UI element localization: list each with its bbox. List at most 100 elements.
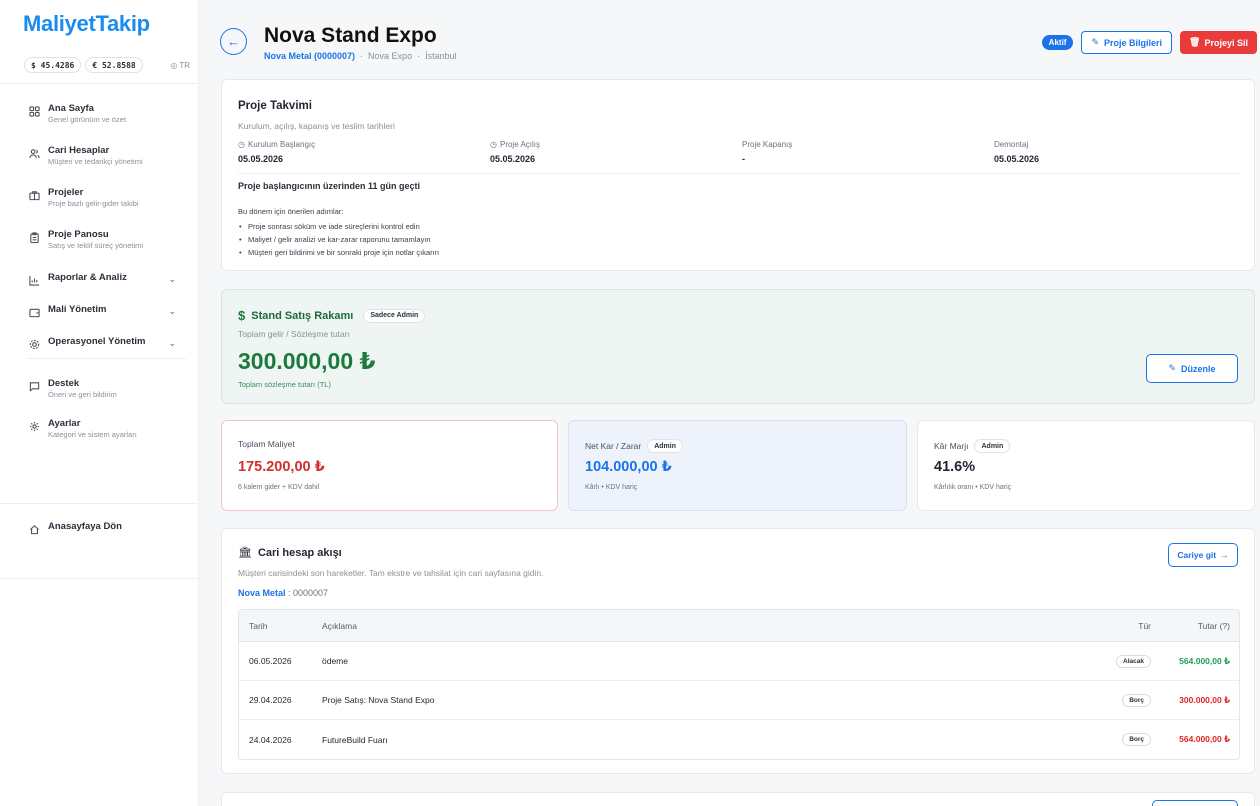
delete-project-button[interactable]: 🗑 Projeyi Sil <box>1180 31 1257 54</box>
schedule-title: Proje Takvimi <box>238 100 312 112</box>
stat-value: 41.6% <box>934 459 976 475</box>
sales-amount: 300.000,00 ₺ <box>238 348 376 374</box>
next-card <box>221 792 1255 806</box>
sidebar-item-subtitle: Genel görünüm ve özet <box>48 115 126 124</box>
steps-list: Proje sonrası söküm ve iade süreçlerini … <box>238 220 439 259</box>
page-title: Nova Stand Expo <box>264 24 437 47</box>
sidebar-item-title: Raporlar & Analiz <box>48 272 127 283</box>
schedule-label: Proje Açılış <box>499 140 540 149</box>
language-label: TR <box>179 60 190 70</box>
row-date: 24.04.2026 <box>249 734 292 745</box>
users-icon <box>28 147 40 159</box>
client-link[interactable]: Nova Metal (0000007) <box>264 51 355 61</box>
row-desc: ödeme <box>322 656 348 666</box>
edit-icon: ✎ <box>1168 363 1177 373</box>
sidebar-item-mali-yonetim[interactable]: Mali Yönetim ⌄ <box>28 304 180 318</box>
list-item: Maliyet / gelir analizi ve kar-zarar rap… <box>238 233 439 246</box>
usd-rate: $ 45.4286 <box>24 57 82 73</box>
edit-icon: ✎ <box>1091 37 1099 47</box>
language-switch[interactable]: ◎ TR <box>170 61 190 70</box>
sidebar: MaliyetTakip $ 45.4286 € 52.8588 ◎ TR An… <box>0 0 199 806</box>
edit-sales-button[interactable]: ✎ Düzenle <box>1146 354 1238 383</box>
divider <box>0 83 199 84</box>
sidebar-item-subtitle: Proje bazlı gelir-gider takibi <box>48 199 139 208</box>
column-header-date[interactable]: Tarih <box>249 610 267 641</box>
home-link[interactable]: Anasayfaya Dön <box>28 521 180 535</box>
button-label: Proje Bilgileri <box>1104 37 1163 48</box>
ledger-subtitle: Müşteri carisindeki son hareketler. Tam … <box>238 568 544 578</box>
column-header-amount[interactable]: Tutar (?) <box>1198 610 1230 641</box>
sales-title: Stand Satış Rakamı <box>251 309 354 322</box>
admin-badge: Admin <box>647 439 683 453</box>
ledger-title: Cari hesap akışı <box>257 546 342 559</box>
sidebar-item-raporlar[interactable]: Raporlar & Analiz ⌄ <box>28 272 180 286</box>
sidebar-item-subtitle: Müşteri ve tedarikçi yönetimi <box>48 157 143 166</box>
back-button[interactable]: ← <box>220 28 247 55</box>
project-info-button[interactable]: ✎ Proje Bilgileri <box>1081 31 1173 54</box>
row-amount: 300.000,00 ₺ <box>1179 694 1230 705</box>
divider <box>238 173 1240 174</box>
sidebar-item-title: Ayarlar <box>48 418 81 429</box>
net-profit-card: Net Kar / Zarar Admin 104.000,00 ₺ Kârlı … <box>568 420 907 511</box>
chart-icon <box>28 274 40 286</box>
sidebar-item-title: Operasyonel Yönetim <box>48 336 146 347</box>
profit-margin-card: Kâr Marjı Admin 41.6% Kârlılık oranı • KD… <box>917 420 1255 511</box>
wallet-icon <box>28 306 40 318</box>
next-card-button[interactable] <box>1152 800 1238 806</box>
arrow-left-icon: ← <box>227 34 240 49</box>
schedule-label: Kurulum Başlangıç <box>247 140 316 149</box>
stat-value: 175.200,00 ₺ <box>238 459 325 475</box>
eur-rate: € 52.8588 <box>85 57 143 73</box>
sidebar-item-operasyonel[interactable]: Operasyonel Yönetim ⌄ <box>28 336 180 350</box>
divider <box>0 578 199 579</box>
column-header-type[interactable]: Tür <box>1138 610 1151 641</box>
sales-subtitle: Toplam gelir / Sözleşme tutarı <box>238 329 350 339</box>
sales-card: $ Stand Satış Rakamı Sadece Admin Toplam… <box>221 289 1255 404</box>
sidebar-item-proje-panosu[interactable]: Proje Panosu Satış ve teklif süreç yöneti… <box>28 229 180 251</box>
sidebar-item-title: Mali Yönetim <box>48 304 107 315</box>
chevron-down-icon: ⌄ <box>168 274 176 284</box>
sidebar-item-title: Projeler <box>48 187 84 198</box>
schedule-value: 05.05.2026 <box>490 154 536 164</box>
settings-icon <box>28 420 40 432</box>
sidebar-item-cari-hesaplar[interactable]: Cari Hesaplar Müşteri ve tedarikçi yöneti… <box>28 145 180 167</box>
schedule-label: Proje Kapanış <box>742 140 793 149</box>
chevron-down-icon: ⌄ <box>168 306 176 316</box>
sidebar-item-ana-sayfa[interactable]: Ana Sayfa Genel görünüm ve özet <box>28 103 180 125</box>
type-badge: Borç <box>1122 693 1151 707</box>
schedule-subtitle: Kurulum, açılış, kapanış ve teslim tarih… <box>238 121 395 131</box>
home-icon <box>28 523 40 535</box>
sidebar-item-ayarlar[interactable]: Ayarlar Kategori ve sistem ayarları <box>28 418 180 440</box>
row-date: 29.04.2026 <box>249 695 292 705</box>
bank-icon: 🏛 <box>238 547 252 559</box>
status-badge: Aktif <box>1041 35 1074 50</box>
sales-note: Toplam sözleşme tutarı (TL) <box>238 380 331 389</box>
ledger-table: Tarih Açıklama Tür Tutar (?) 06.05.2026 … <box>238 609 1240 760</box>
clipboard-icon <box>28 231 40 243</box>
row-date: 06.05.2026 <box>249 656 292 666</box>
table-row[interactable]: 06.05.2026 ödeme Alacak 564.000,00 ₺ <box>239 642 1239 681</box>
project-meta: Nova Metal (0000007) · Nova Expo · İstanbul <box>264 51 457 61</box>
schedule-value: 05.05.2026 <box>994 154 1040 164</box>
stat-label: Toplam Maliyet <box>238 439 295 449</box>
table-row[interactable]: 24.04.2026 FutureBuild Fuarı Borç 564.00… <box>239 720 1239 759</box>
app-logo[interactable]: MaliyetTakip <box>23 11 150 37</box>
sidebar-item-subtitle: Öneri ve geri bildirim <box>48 390 117 399</box>
table-row[interactable]: 29.04.2026 Proje Satış: Nova Stand Expo … <box>239 681 1239 720</box>
schedule-closing: Proje Kapanış - <box>742 140 792 164</box>
column-header-desc[interactable]: Açıklama <box>322 610 357 641</box>
client-link[interactable]: Nova Metal <box>238 588 286 598</box>
dollar-icon: $ <box>238 308 246 323</box>
button-label: Cariye git <box>1177 550 1217 560</box>
clock-icon: ◷ <box>490 140 497 149</box>
stat-label: Net Kar / Zarar <box>585 441 642 451</box>
dashboard-icon <box>28 105 40 117</box>
ledger-client: Nova Metal : 0000007 <box>238 588 328 598</box>
schedule-notice: Proje başlangıcının üzerinden 11 gün geç… <box>238 181 421 191</box>
stat-subtitle: Kârlılık oranı • KDV hariç <box>934 484 1012 491</box>
sidebar-item-projeler[interactable]: Projeler Proje bazlı gelir-gider takibi <box>28 187 180 209</box>
gear-icon <box>28 338 40 350</box>
sidebar-item-destek[interactable]: Destek Öneri ve geri bildirim <box>28 378 180 400</box>
divider <box>28 358 186 359</box>
go-to-account-button[interactable]: Cariye git → <box>1168 543 1238 567</box>
